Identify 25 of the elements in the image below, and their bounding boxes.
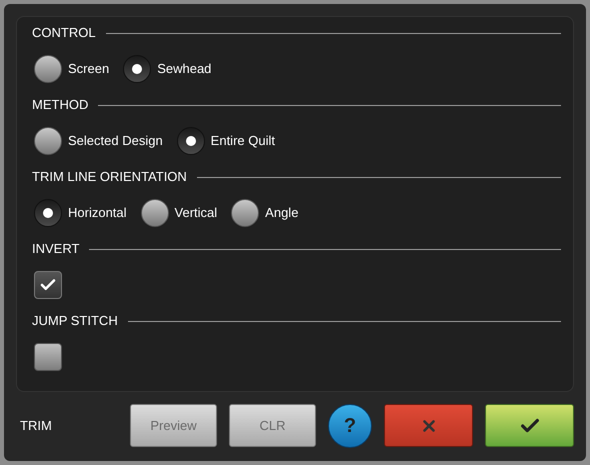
radio-button[interactable] [34,199,62,227]
confirm-button[interactable] [485,404,574,447]
radio-button[interactable] [231,199,260,227]
section-title: JUMP STITCH [32,312,118,330]
radio-option[interactable]: Angle [231,199,298,227]
section-title: INVERT [32,240,80,258]
radio-button[interactable] [176,127,205,155]
radio-option[interactable]: Selected Design [34,127,163,155]
footer-title: TRIM [19,416,53,435]
radio-option[interactable]: Screen [34,55,110,83]
radio-button[interactable] [34,127,62,155]
cancel-button[interactable] [384,404,473,447]
radio-option[interactable]: Entire Quilt [176,127,275,155]
radio-option[interactable]: Horizontal [34,199,127,227]
section-title: CONTROL [32,24,96,42]
radio-option[interactable]: Vertical [140,199,218,227]
radio-button[interactable] [34,55,62,83]
checkbox[interactable] [34,343,62,371]
radio-option[interactable]: Sewhead [123,55,212,83]
help-button[interactable]: ? [328,404,372,448]
checkbox[interactable] [34,271,62,299]
section-title: METHOD [32,96,88,114]
radio-button[interactable] [140,199,169,227]
section-title: TRIM LINE ORIENTATION [32,168,187,186]
radio-button[interactable] [123,55,152,83]
